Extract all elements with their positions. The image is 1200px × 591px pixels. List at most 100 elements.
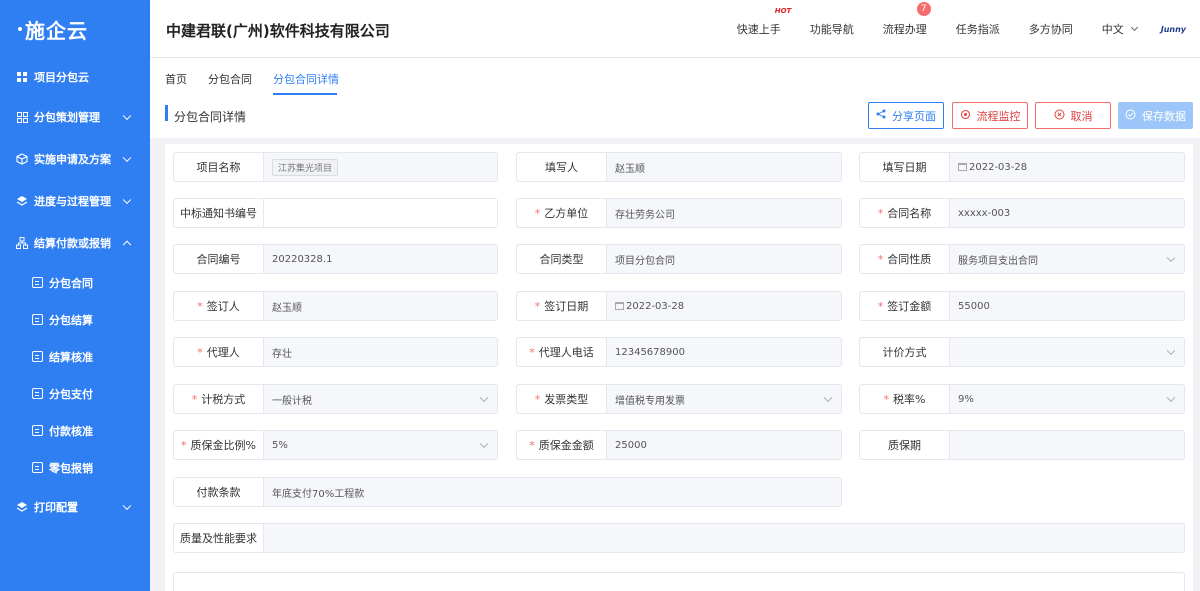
cancel-button[interactable]: 取消 [1035, 102, 1111, 129]
sidebar-subitem-reimbursement[interactable]: 零包报销 [0, 449, 150, 486]
warranty-period-input[interactable] [950, 431, 1184, 459]
contract-type-input[interactable]: 项目分包合同 [607, 245, 841, 273]
nav-feature-guide[interactable]: 功能导航 [810, 21, 854, 37]
quality-requirements-input[interactable] [264, 524, 1184, 552]
language-label: 中文 [1101, 23, 1124, 36]
field-label: * 计税方式 [174, 385, 264, 413]
sidebar-item-progress[interactable]: 进度与过程管理 [0, 180, 150, 222]
chevron-down-icon [479, 393, 489, 403]
field-tax-rate: * 税率% 9% [859, 384, 1185, 414]
tax-method-select[interactable]: 一般计税 [264, 385, 497, 413]
document-icon [32, 277, 43, 288]
nav-quick-start[interactable]: 快速上手 HOT [736, 7, 792, 37]
calendar-icon [615, 302, 624, 310]
party-b-input[interactable]: 存壮劳务公司 [607, 199, 841, 227]
filler-input[interactable]: 赵玉顺 [607, 153, 841, 181]
tab-home[interactable]: 首页 [165, 71, 187, 87]
page-title-bar: 分包合同详情 分享页面 流程监控 取消 保存数据 [150, 96, 1200, 138]
document-icon [32, 351, 43, 362]
attachment-row [173, 572, 1185, 591]
tab-subcontract[interactable]: 分包合同 [208, 71, 252, 87]
nav-label: 流程办理 [882, 23, 927, 36]
nav-workflow[interactable]: 流程办理 7 [882, 2, 931, 37]
field-label: 合同编号 [174, 245, 264, 273]
sidebar-subitem-settlement-approval[interactable]: 结算核准 [0, 338, 150, 375]
title-accent-bar [165, 105, 168, 121]
payment-terms-input[interactable]: 年底支付70%工程款 [264, 478, 841, 506]
sidebar-item-implementation[interactable]: 实施申请及方案 [0, 138, 150, 180]
chevron-down-icon [1130, 23, 1138, 32]
nav-label: 任务指派 [955, 23, 1000, 36]
pricing-method-select[interactable] [950, 338, 1184, 366]
check-circle-icon [1125, 109, 1136, 123]
field-bid-notice-no: 中标通知书编号 [173, 198, 498, 228]
tax-rate-select[interactable]: 9% [950, 385, 1184, 413]
nav-label: 快速上手 [736, 23, 781, 36]
sidebar-menu: 项目分包云 分包策划管理 实施申请及方案 进度与过程管理 结算付款或报销 分包合… [0, 58, 150, 528]
org-icon [16, 237, 28, 249]
sidebar-subitem-label: 结算核准 [49, 350, 93, 364]
sign-amount-input[interactable]: 55000 [950, 292, 1184, 320]
cancel-label: 取消 [1070, 110, 1093, 123]
field-quality-requirements: 质量及性能要求 [173, 523, 1185, 553]
save-data-button[interactable]: 保存数据 [1118, 102, 1193, 129]
language-select[interactable]: 中文 [1101, 21, 1138, 37]
contract-nature-select[interactable]: 服务项目支出合同 [950, 245, 1184, 273]
sidebar-item-project-subcontract-cloud[interactable]: 项目分包云 [0, 58, 150, 96]
flow-monitor-button[interactable]: 流程监控 [952, 102, 1028, 129]
approval-icon [32, 425, 43, 436]
sidebar-item-print-config[interactable]: 打印配置 [0, 486, 150, 528]
field-label: * 发票类型 [517, 385, 607, 413]
sidebar-subitem-payment[interactable]: 分包支付 [0, 375, 150, 412]
signer-input[interactable]: 赵玉顺 [264, 292, 497, 320]
share-page-button[interactable]: 分享页面 [868, 102, 944, 129]
invoice-type-select[interactable]: 增值税专用发票 [607, 385, 841, 413]
share-label: 分享页面 [892, 110, 936, 123]
field-label: 项目名称 [174, 153, 264, 181]
field-pricing-method: 计价方式 [859, 337, 1185, 367]
page-title: 分包合同详情 [174, 110, 247, 124]
bid-notice-no-input[interactable] [264, 199, 497, 227]
agent-phone-input[interactable]: 12345678900 [607, 338, 841, 366]
contract-form: 项目名称 江苏集光项目 填写人 赵玉顺 填写日期 2022-03-28 中标通知… [165, 144, 1193, 591]
nav-label: 多方协同 [1028, 23, 1073, 36]
agent-input[interactable]: 存壮 [264, 338, 497, 366]
sidebar-item-label: 实施申请及方案 [34, 153, 111, 166]
field-label: 质保期 [860, 431, 950, 459]
sidebar-subitem-payment-approval[interactable]: 付款核准 [0, 412, 150, 449]
sign-date-picker[interactable]: 2022-03-28 [607, 292, 841, 320]
breadcrumb-tabs: 首页 分包合同 分包合同详情 [150, 58, 1200, 96]
sidebar-subitem-label: 付款核准 [49, 424, 93, 438]
chevron-down-icon [823, 393, 833, 403]
field-warranty-period: 质保期 [859, 430, 1185, 460]
field-agent: * 代理人 存壮 [173, 337, 498, 367]
app-logo[interactable]: 施企云 [0, 0, 150, 58]
field-contract-no: 合同编号 20220328.1 [173, 244, 498, 274]
field-label: * 合同性质 [860, 245, 950, 273]
nav-task-assign[interactable]: 任务指派 [956, 21, 1000, 37]
field-contract-name: * 合同名称 xxxxx-003 [859, 198, 1185, 228]
sidebar-item-settlement[interactable]: 结算付款或报销 [0, 222, 150, 264]
sidebar-item-label: 分包策划管理 [34, 111, 100, 124]
sidebar-item-subcontract-planning[interactable]: 分包策划管理 [0, 96, 150, 138]
field-label: * 质保金比例% [174, 431, 264, 459]
tab-subcontract-detail[interactable]: 分包合同详情 [273, 71, 339, 87]
chevron-down-icon [1166, 346, 1176, 356]
close-circle-icon [1054, 109, 1065, 123]
sidebar-subitem-subcontract[interactable]: 分包合同 [0, 264, 150, 301]
field-label: * 合同名称 [860, 199, 950, 227]
fill-date-picker[interactable]: 2022-03-28 [950, 153, 1184, 181]
nav-collaboration[interactable]: 多方协同 [1029, 21, 1073, 37]
contract-no-input[interactable]: 20220328.1 [264, 245, 497, 273]
field-signer: * 签订人 赵玉顺 [173, 291, 498, 321]
chevron-down-icon [122, 153, 132, 163]
sidebar-subitem-label: 分包结算 [49, 313, 93, 327]
sidebar-subitem-label: 分包支付 [49, 387, 93, 401]
retention-amount-input[interactable]: 25000 [607, 431, 841, 459]
grid-icon [16, 71, 28, 83]
retention-ratio-select[interactable]: 5% [264, 431, 497, 459]
contract-name-input[interactable]: xxxxx-003 [950, 199, 1184, 227]
sidebar-subitem-settlement[interactable]: 分包结算 [0, 301, 150, 338]
project-name-input[interactable]: 江苏集光项目 [264, 153, 497, 181]
field-label: * 代理人电话 [517, 338, 607, 366]
